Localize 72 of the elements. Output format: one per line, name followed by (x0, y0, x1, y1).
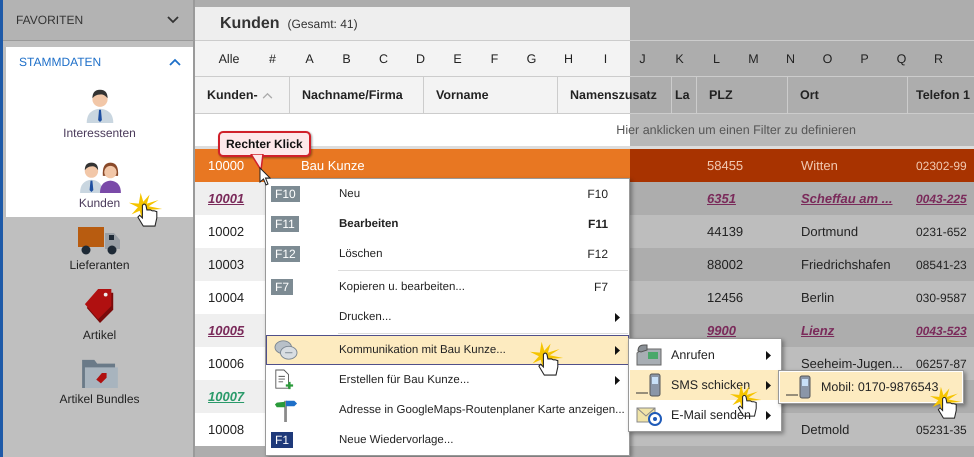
key-badge: F7 (271, 279, 294, 295)
table-cell: 58455 (707, 158, 744, 173)
table-cell: 05231-35 (916, 423, 967, 437)
menu-label: Kommunikation mit Bau Kunze... (339, 344, 507, 356)
table-cell: Seeheim-Jugen... (801, 356, 903, 371)
sidebar-label: Lieferanten (69, 258, 130, 272)
shortcut-label: F12 (587, 247, 608, 261)
table-cell: Witten (801, 158, 838, 173)
table-cell: Berlin (801, 290, 834, 305)
section-title: FAVORITEN (16, 13, 84, 27)
table-cell: 10001 (208, 191, 244, 206)
menu-label: Erstellen für Bau Kunze... (339, 374, 470, 386)
table-cell: 88002 (707, 257, 744, 272)
menu-label: Löschen (339, 248, 384, 260)
key-badge: F12 (271, 246, 300, 262)
shortcut-label: F7 (594, 280, 608, 294)
record-count: (Gesamt: 41) (288, 16, 358, 30)
sidebar-label: Kunden (78, 196, 120, 210)
filter-hint: Hier anklicken um einen Filter zu definieren (616, 123, 856, 137)
column-label: La (675, 88, 690, 102)
shortcut-label: F10 (587, 187, 608, 201)
sidebar-label: Artikel (82, 328, 116, 342)
table-cell: Friedrichshafen (801, 257, 891, 272)
menu-label: Neue Wiedervorlage... (339, 434, 454, 446)
sidebar-label: Interessenten (63, 126, 136, 140)
menu-label: Anrufen (671, 348, 716, 362)
menu-label: Kopieren u. bearbeiten... (339, 281, 466, 293)
table-cell: 12456 (707, 290, 744, 305)
table-cell: 10000 (208, 158, 244, 173)
table-cell: 08541-23 (916, 258, 967, 272)
table-cell: 10005 (208, 323, 244, 338)
table-cell: 10008 (208, 422, 244, 437)
table-cell: 0043-225 (916, 192, 967, 206)
shortcut-label: F11 (588, 217, 608, 231)
table-cell: 9900 (707, 323, 736, 338)
table-cell: 06257-87 (916, 357, 967, 371)
table-cell: 10007 (208, 389, 244, 404)
table-cell: 10003 (208, 257, 244, 272)
table-cell: Detmold (801, 422, 850, 437)
table-cell: Scheffau am ... (801, 191, 893, 206)
column-label: Kunden- (207, 88, 258, 102)
key-badge: F11 (271, 216, 299, 232)
table-cell: 10006 (208, 356, 244, 371)
column-label: Ort (800, 88, 819, 102)
key-badge: F10 (271, 186, 300, 202)
menu-label: Bearbeiten (339, 218, 400, 230)
column-label: Vorname (436, 88, 489, 102)
table-cell: 6351 (707, 191, 736, 206)
column-label: PLZ (709, 88, 733, 102)
table-cell: Dortmund (801, 224, 858, 239)
column-label: Nachname/Firma (302, 88, 403, 102)
sidebar-label: Artikel Bundles (59, 392, 140, 406)
table-cell: Bau Kunze (301, 158, 365, 173)
table-cell: 02302-99 (916, 159, 967, 173)
table-cell: 10002 (208, 224, 244, 239)
menu-label: Neu (339, 188, 362, 200)
column-label: Telefon 1 (916, 88, 970, 102)
page-title: Kunden (220, 14, 280, 32)
table-cell: 030-9587 (916, 291, 967, 305)
column-label: Namenszusatz (570, 88, 657, 102)
table-cell: Lienz (801, 323, 834, 338)
table-cell: 0043-523 (916, 324, 967, 338)
menu-label: Mobil: 0170-9876543 (821, 380, 940, 394)
table-cell: 44139 (707, 224, 744, 239)
table-cell: 10004 (208, 290, 244, 305)
menu-label: SMS schicken (671, 378, 752, 392)
menu-label: Drucken... (339, 311, 392, 323)
menu-label: Adresse in GoogleMaps-Routenplaner Karte anzeigen... (339, 404, 626, 416)
key-badge: F1 (271, 432, 294, 448)
section-title: STAMMDATEN (19, 55, 102, 69)
table-cell: 0231-652 (916, 225, 967, 239)
menu-label: E-Mail senden (671, 408, 752, 422)
